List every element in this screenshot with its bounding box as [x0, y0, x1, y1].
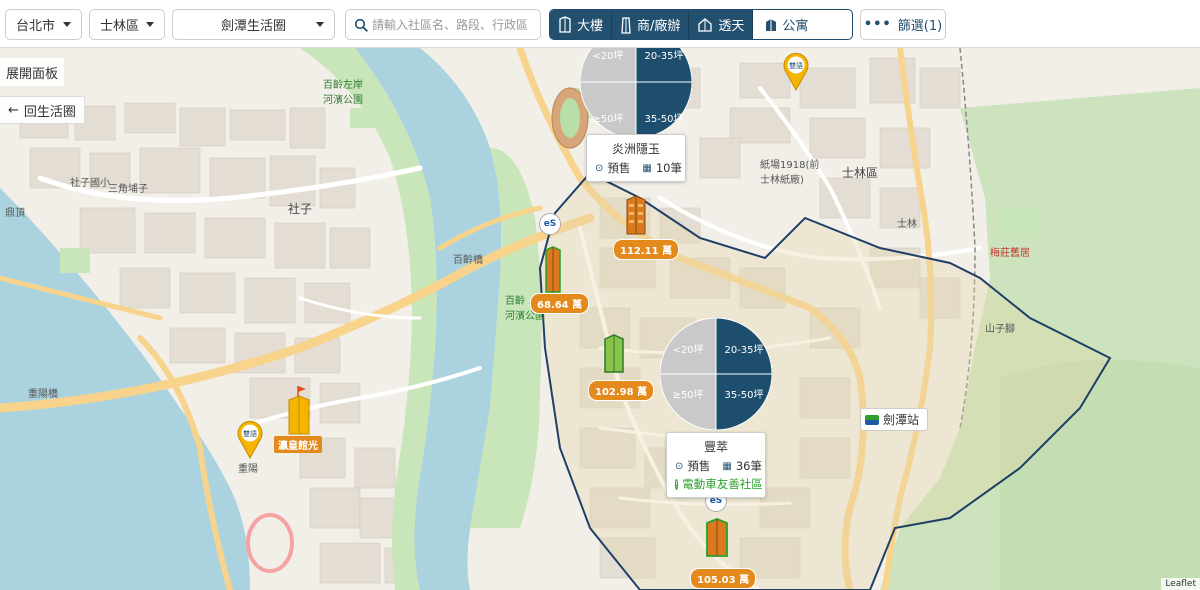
- search-input[interactable]: [372, 17, 532, 32]
- pie1-label-35to50: 35-50坪: [644, 112, 683, 125]
- school-pin-icon[interactable]: 雙語: [782, 52, 810, 92]
- project-card-title: 炎洲隱玉: [611, 142, 660, 156]
- hotel-icon[interactable]: [286, 386, 312, 436]
- map-label-chongyang: 重陽: [238, 464, 258, 475]
- map-label-shilin-station: 士林: [897, 219, 917, 230]
- property-type-group: 大樓 商/廠辦 透天 公寓: [549, 9, 853, 40]
- type-toggle-office[interactable]: 商/廠辦: [611, 10, 689, 39]
- map-label-paper-mill: 紙場1918(前 士林紙廠): [760, 160, 820, 186]
- chevron-down-icon: [63, 22, 71, 27]
- search-icon: [354, 18, 368, 32]
- building-marker-icon[interactable]: [704, 518, 730, 558]
- pin-label: 雙語: [789, 61, 803, 70]
- type-toggle-tower[interactable]: 大樓: [550, 10, 612, 39]
- district-select-value: 士林區: [100, 19, 140, 34]
- mrt-icon: [865, 414, 879, 425]
- ev-icon: !: [675, 478, 679, 490]
- building-icon: ▦: [642, 162, 652, 174]
- clock-icon: ⊙: [595, 162, 604, 174]
- expand-panel-label: 展開面板: [6, 66, 59, 82]
- back-to-area-label: 回生活圈: [23, 104, 76, 120]
- type-label-tower: 大樓: [577, 19, 604, 34]
- map-label-plum-garden: 梅莊舊居: [990, 248, 1030, 259]
- map-label-shezi: 社子: [288, 202, 313, 216]
- project-card-count: 10筆: [655, 161, 682, 175]
- pie2-label-35to50: 35-50坪: [724, 388, 763, 401]
- map-label-sanjiaopu: 三角埔子: [108, 184, 148, 195]
- project-card-status: 預售: [687, 459, 711, 473]
- pie2-label-gte50: ≥50坪: [672, 388, 703, 401]
- building-icon: ▦: [722, 460, 732, 472]
- clock-icon: ⊙: [675, 460, 684, 472]
- back-to-area-button[interactable]: ← 回生活圈: [0, 96, 85, 124]
- pie1-label-gte50: ≥50坪: [592, 112, 623, 125]
- es-badge-icon[interactable]: eS: [539, 213, 561, 235]
- map-label-mountain: 山子腳: [985, 324, 1015, 335]
- pie-chart-2[interactable]: <20坪 20-35坪 ≥50坪 35-50坪: [660, 318, 772, 430]
- city-select[interactable]: 台北市: [5, 9, 82, 40]
- tower-icon: [559, 16, 571, 33]
- type-label-apartment: 公寓: [782, 19, 809, 34]
- project-card-status: 預售: [607, 161, 631, 175]
- search-box[interactable]: [345, 9, 541, 40]
- office-icon: [621, 16, 631, 34]
- arrow-left-icon: ←: [8, 102, 19, 118]
- filter-button[interactable]: ••• 篩選(1): [860, 9, 946, 40]
- map-label-chongyang-bridge: 重陽橋: [28, 389, 58, 400]
- house-icon: [698, 17, 713, 32]
- pie-chart-1[interactable]: <20坪 20-35坪 ≥50坪 35-50坪: [580, 48, 692, 138]
- type-toggle-house[interactable]: 透天: [688, 10, 753, 39]
- project-card-tag: 電動車友善社區: [682, 477, 763, 491]
- project-card-1[interactable]: 炎洲隱玉 ⊙ 預售 ▦ 10筆: [586, 134, 686, 182]
- building-marker-icon[interactable]: [624, 194, 648, 236]
- chevron-down-icon: [316, 22, 324, 27]
- toolbar: 台北市 士林區 劍潭生活圈 大樓 商/廠辦 透天 公寓: [0, 0, 1200, 48]
- project-card-count: 36筆: [735, 459, 762, 473]
- hotel-label: 瀛皇館光: [274, 436, 322, 453]
- pin-label: 雙語: [243, 429, 257, 438]
- mrt-station-label[interactable]: 劍潭站: [860, 408, 929, 431]
- mrt-station-name: 劍潭站: [883, 413, 920, 427]
- price-tag[interactable]: 112.11 萬: [613, 239, 680, 260]
- type-toggle-apartment[interactable]: 公寓: [752, 10, 821, 39]
- area-select-value: 劍潭生活圈: [220, 19, 286, 34]
- chevron-down-icon: [146, 22, 154, 27]
- pie1-label-20to35: 20-35坪: [644, 49, 683, 62]
- map-label-bailing-park: 百齡左岸 河濱公園: [323, 80, 363, 106]
- more-icon: •••: [863, 17, 892, 32]
- district-select[interactable]: 士林區: [89, 9, 165, 40]
- expand-panel-button[interactable]: 展開面板: [0, 58, 65, 86]
- city-select-value: 台北市: [16, 19, 56, 34]
- map-label-dingtian: 鼎頂: [5, 208, 25, 219]
- pie1-label-lt20: <20坪: [592, 49, 623, 62]
- apartment-icon: [766, 18, 777, 31]
- school-pin-icon[interactable]: 雙語: [236, 420, 264, 460]
- map[interactable]: 展開面板 ← 回生活圈 士林區 社子 士林 百齡橋 百齡左岸 河濱公園 百齡 河…: [0, 48, 1200, 590]
- pie2-label-20to35: 20-35坪: [724, 343, 763, 356]
- project-card-title: 豐萃: [703, 440, 728, 454]
- map-attribution[interactable]: Leaflet: [1161, 578, 1200, 590]
- project-card-2[interactable]: 豐萃 ⊙ 預售 ▦ 36筆 ! 電動車友善社區: [666, 432, 766, 498]
- price-tag[interactable]: 102.98 萬: [588, 380, 655, 401]
- area-select[interactable]: 劍潭生活圈: [172, 9, 335, 40]
- map-label-shilin: 士林區: [842, 166, 879, 180]
- building-marker-icon[interactable]: [602, 334, 626, 374]
- building-marker-icon[interactable]: [544, 246, 562, 294]
- filter-label: 篩選(1): [897, 19, 943, 34]
- pie2-label-lt20: <20坪: [672, 343, 703, 356]
- map-label-shezi-school: 社子國小: [70, 178, 110, 189]
- type-label-house: 透天: [718, 19, 745, 34]
- price-tag[interactable]: 105.03 萬: [690, 568, 757, 589]
- type-label-office: 商/廠辦: [637, 19, 681, 34]
- map-label-bailing-bridge: 百齡橋: [453, 255, 483, 266]
- price-tag[interactable]: 68.64 萬: [530, 293, 590, 314]
